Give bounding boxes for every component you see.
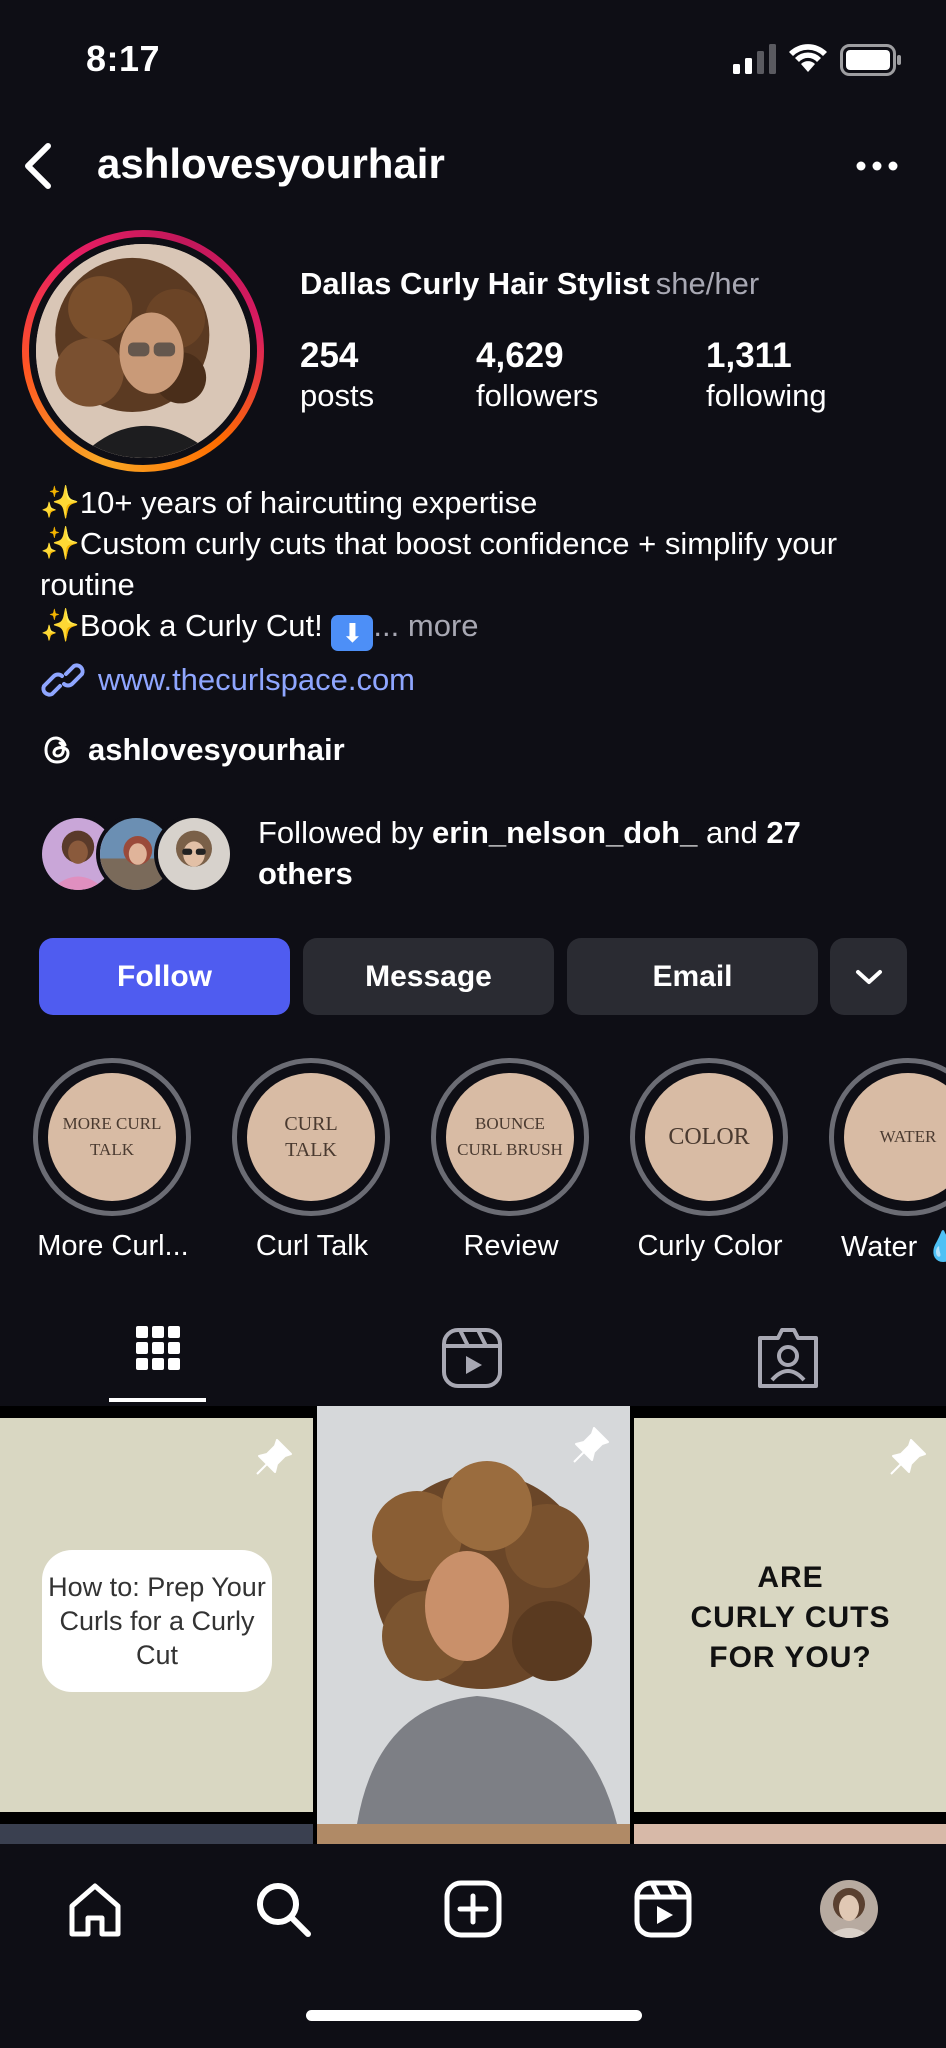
profile-username-title: ashlovesyourhair	[97, 140, 445, 187]
post-text-line: CURLY CUTS	[690, 1601, 891, 1634]
posts-count-value: 254	[300, 336, 359, 375]
wifi-icon	[789, 44, 827, 72]
pronouns: she/her	[655, 266, 760, 301]
highlight-cover: BOUNCE CURL BRUSH	[446, 1073, 574, 1201]
post-thumbnail[interactable]: ARE CURLY CUTS FOR YOU?	[634, 1418, 946, 1812]
pin-icon	[890, 1439, 926, 1475]
battery-icon	[840, 44, 901, 76]
home-indicator	[306, 2010, 642, 2021]
following-count-value: 1,311	[706, 336, 792, 375]
bio-line-text: Book a Curly Cut!	[79, 608, 323, 643]
post-text-line: ARE	[757, 1561, 824, 1594]
sparkles-icon: ✨	[40, 525, 80, 561]
story-highlight[interactable]: CURL TALK Curl Talk	[232, 1058, 392, 1263]
cellular-signal-icon	[733, 44, 776, 74]
followed-by-prefix: Followed by	[258, 815, 424, 850]
highlight-label: Curly Color	[637, 1230, 783, 1262]
more-options-button[interactable]	[852, 146, 902, 186]
followers-count-value: 4,629	[476, 336, 564, 375]
highlight-cover: WATER	[844, 1073, 946, 1201]
active-tab-indicator	[109, 1398, 206, 1402]
bio-line: ✨Book a Curly Cut! ⬇... more	[40, 605, 920, 651]
bio-ellipsis: ...	[373, 608, 400, 643]
status-time: 8:17	[86, 38, 161, 79]
bio-more-link[interactable]: more	[408, 608, 479, 643]
highlight-cover: COLOR	[645, 1073, 773, 1201]
mutual-followers-avatars[interactable]	[38, 814, 238, 894]
story-highlight[interactable]: MORE CURL TALK More Curl...	[33, 1058, 193, 1263]
profile-bio: ✨10+ years of haircutting expertise ✨Cus…	[40, 482, 920, 651]
posts-count-label: posts	[300, 378, 375, 413]
threads-icon	[44, 736, 70, 764]
sparkles-icon: ✨	[40, 607, 80, 643]
website-url: www.thecurlspace.com	[98, 662, 416, 697]
grid-tab-icon[interactable]	[110, 1316, 206, 1406]
tagged-tab-icon[interactable]	[752, 1322, 824, 1394]
post-thumbnail[interactable]	[317, 1406, 630, 1824]
home-icon[interactable]	[64, 1878, 126, 1940]
posts-count[interactable]: 254 posts	[300, 336, 374, 416]
post-text: ARE CURLY CUTS FOR YOU?	[634, 1558, 946, 1678]
display-name: Dallas Curly Hair Stylist she/her	[300, 266, 759, 302]
threads-handle: ashlovesyourhair	[88, 732, 345, 767]
avatar-photo	[36, 244, 250, 458]
bio-line: ✨Custom curly cuts that boost confidence…	[40, 523, 920, 605]
bio-line-text: Custom curly cuts that boost confidence …	[40, 526, 838, 602]
pin-icon	[256, 1439, 292, 1475]
search-icon[interactable]	[252, 1878, 314, 1940]
highlight-label: More Curl...	[37, 1230, 189, 1262]
reels-tab-icon[interactable]	[436, 1322, 508, 1394]
followers-count[interactable]: 4,629 followers	[476, 336, 598, 416]
post-thumbnail[interactable]: How to: Prep Your Curls for a Curly Cut	[0, 1418, 313, 1812]
sparkles-icon: ✨	[40, 484, 80, 520]
avatar	[154, 814, 234, 894]
highlight-label: Curl Talk	[255, 1230, 369, 1262]
highlight-cover: MORE CURL TALK	[48, 1073, 176, 1201]
followed-by-user: erin_nelson_doh_	[432, 815, 698, 850]
post-text-line: FOR YOU?	[709, 1641, 872, 1674]
email-button[interactable]: Email	[567, 938, 818, 1015]
threads-badge[interactable]: ashlovesyourhair	[40, 732, 345, 768]
message-button[interactable]: Message	[303, 938, 554, 1015]
post-text: How to: Prep Your Curls for a Curly Cut	[42, 1550, 272, 1692]
suggested-accounts-button[interactable]	[830, 938, 907, 1015]
story-highlight[interactable]: COLOR Curly Color	[630, 1058, 790, 1263]
bio-line: ✨10+ years of haircutting expertise	[40, 482, 920, 523]
following-count[interactable]: 1,311 following	[706, 336, 827, 416]
display-name-text: Dallas Curly Hair Stylist	[300, 266, 650, 301]
create-icon[interactable]	[442, 1878, 504, 1940]
followed-by-and: and	[705, 815, 758, 850]
highlight-cover: CURL TALK	[247, 1073, 375, 1201]
pin-icon	[573, 1427, 609, 1463]
post-photo	[317, 1406, 630, 1824]
down-arrow-icon: ⬇	[331, 615, 374, 651]
highlight-label: Water 💧	[841, 1231, 946, 1263]
link-icon	[41, 663, 85, 697]
reels-icon[interactable]	[632, 1878, 694, 1940]
highlight-label: Review	[463, 1230, 559, 1262]
profile-avatar[interactable]	[820, 1880, 878, 1938]
followed-by-text[interactable]: Followed by erin_nelson_doh_ and 27 othe…	[258, 812, 898, 894]
followers-count-label: followers	[476, 378, 599, 413]
bio-line-text: 10+ years of haircutting expertise	[79, 485, 538, 520]
profile-avatar[interactable]	[22, 230, 264, 472]
back-button[interactable]	[18, 140, 58, 192]
website-link[interactable]: www.thecurlspace.com	[40, 660, 415, 700]
chevron-down-icon	[855, 969, 882, 984]
following-count-label: following	[706, 378, 827, 413]
post-grid: How to: Prep Your Curls for a Curly Cut …	[0, 1406, 946, 1854]
follow-button[interactable]: Follow	[39, 938, 290, 1015]
story-highlight[interactable]: BOUNCE CURL BRUSH Review	[431, 1058, 591, 1263]
story-highlight[interactable]: WATER Water 💧	[829, 1058, 946, 1264]
